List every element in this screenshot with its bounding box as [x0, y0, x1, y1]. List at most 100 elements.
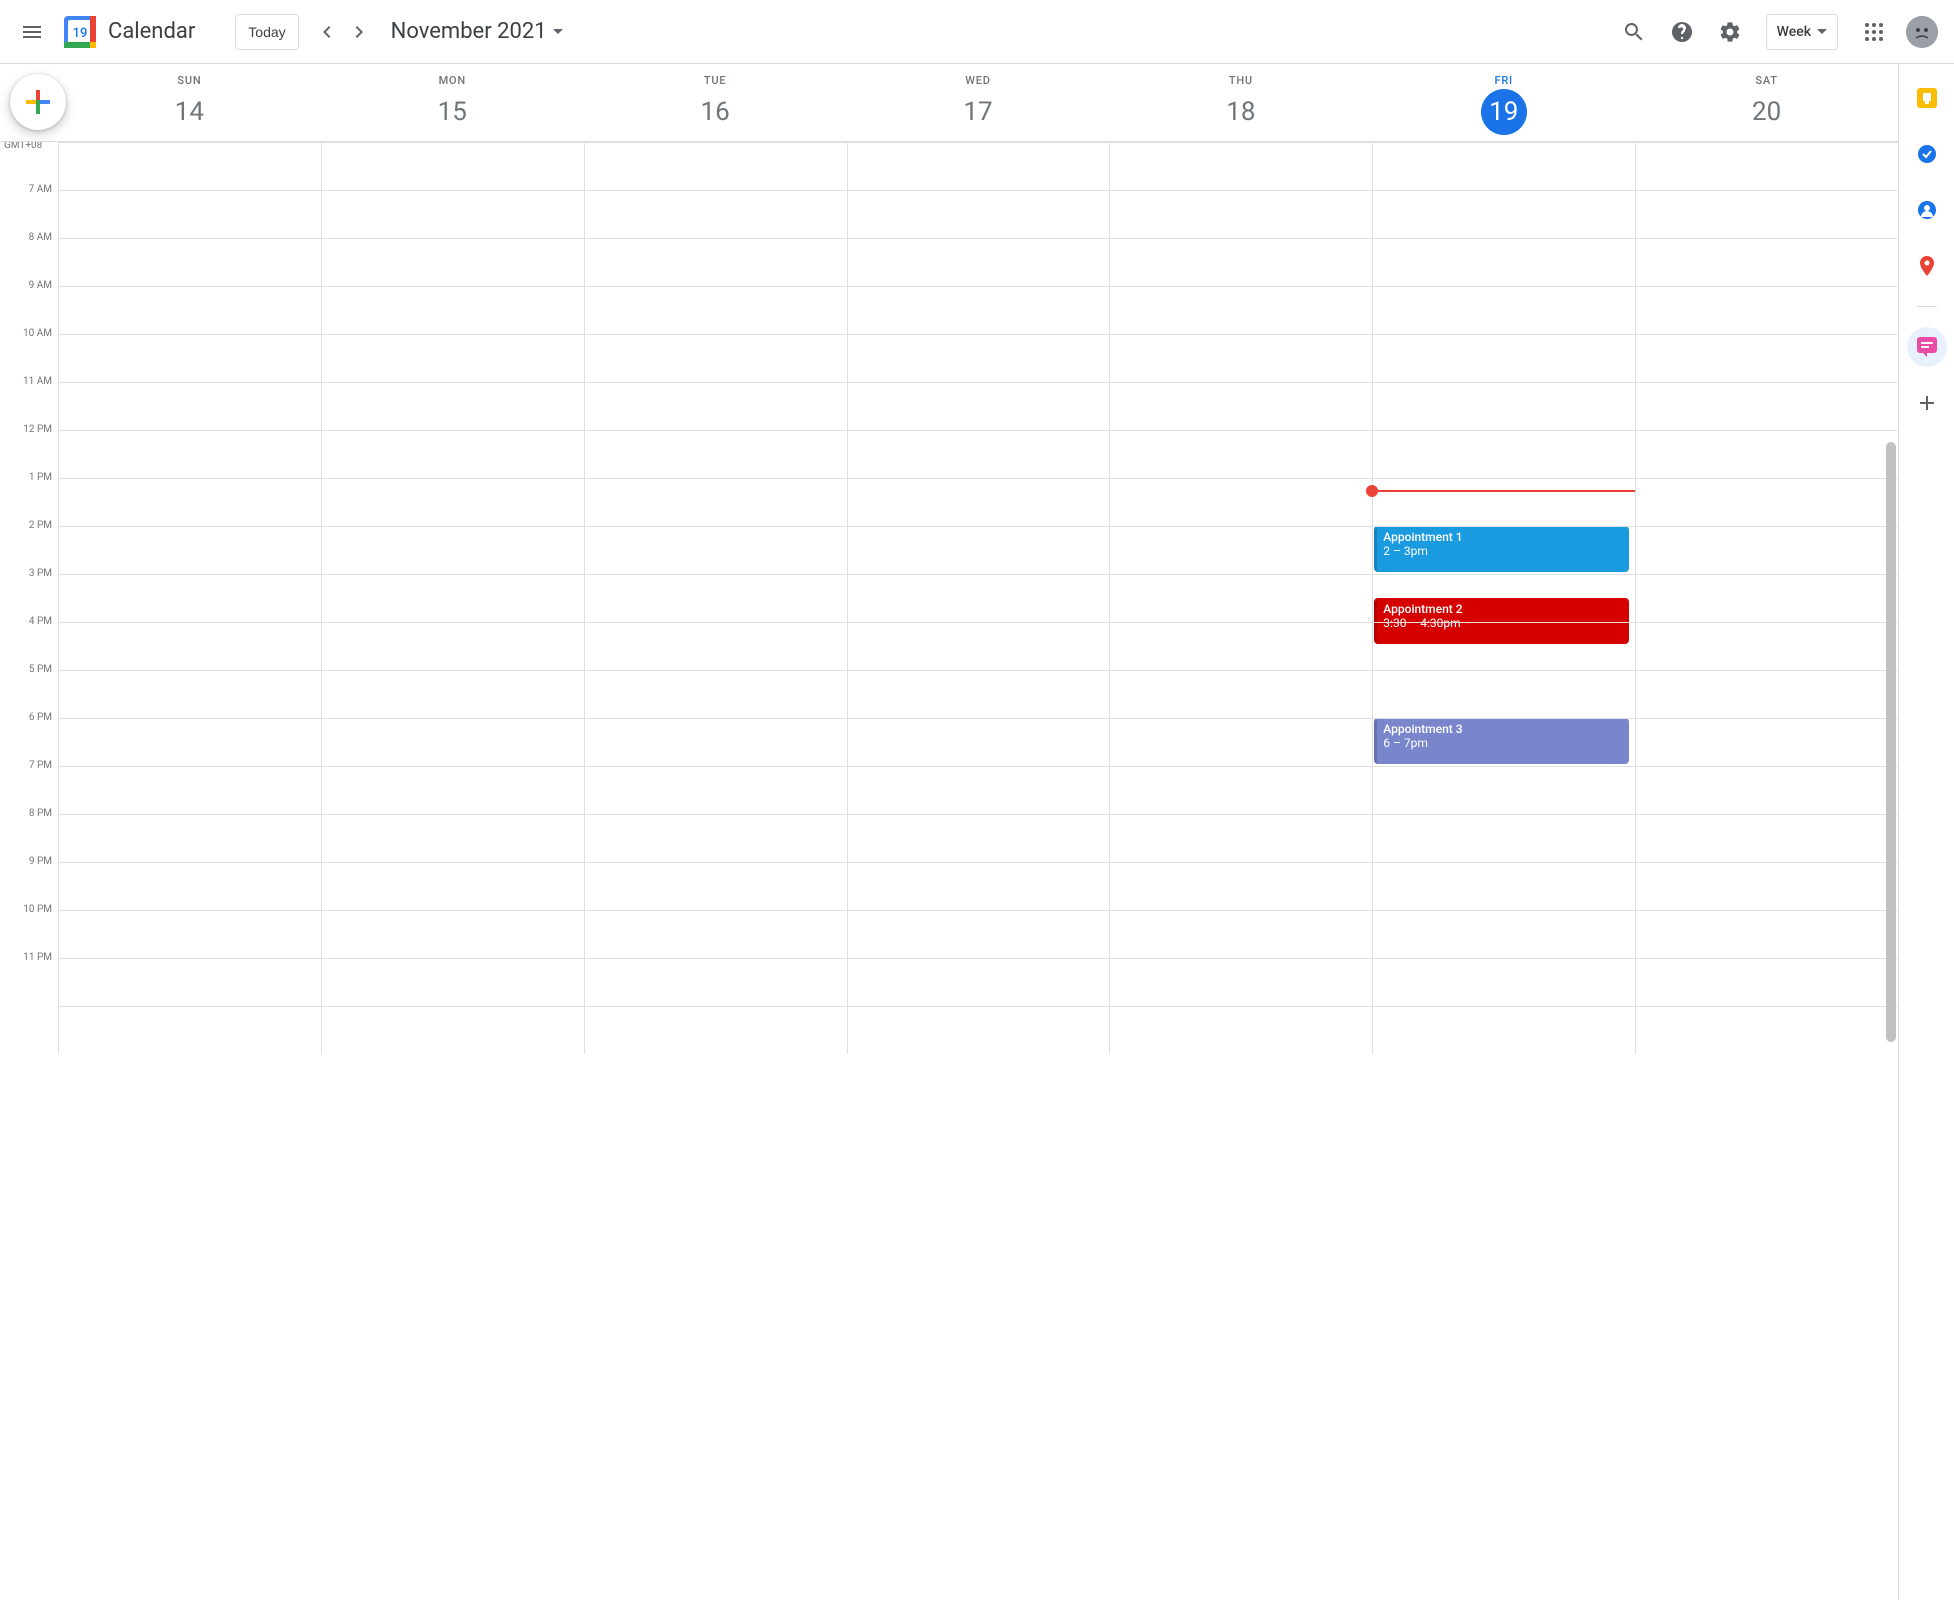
next-button[interactable] [343, 16, 375, 48]
day-header-tue[interactable]: TUE 16 [584, 74, 847, 135]
hour-label: 4 PM [0, 616, 52, 627]
apps-grid-icon [1862, 20, 1886, 44]
nav-arrows [311, 16, 375, 48]
add-addon-button[interactable] [1907, 383, 1947, 423]
search-icon [1622, 20, 1646, 44]
hour-row[interactable]: 7 AM [58, 190, 1898, 238]
settings-button[interactable] [1706, 8, 1754, 56]
app-title: Calendar [108, 19, 195, 44]
main-menu-button[interactable] [8, 8, 56, 56]
hour-label: 9 AM [0, 280, 52, 291]
hour-row[interactable]: 9 PM [58, 862, 1898, 910]
create-event-button[interactable] [10, 74, 66, 130]
hour-label: 7 PM [0, 760, 52, 771]
day-of-week-label: SUN [58, 74, 321, 87]
timezone-label: GMT+08 [4, 142, 42, 151]
today-button[interactable]: Today [235, 14, 298, 50]
svg-text:19: 19 [73, 26, 88, 41]
day-of-week-label: THU [1109, 74, 1372, 87]
chat-icon [1917, 337, 1937, 357]
day-of-week-label: WED [847, 74, 1110, 87]
hour-row[interactable]: 2 PM [58, 526, 1898, 574]
hour-row[interactable]: 3 PM [58, 574, 1898, 622]
hour-row[interactable]: 4 PM [58, 622, 1898, 670]
hour-label: 10 PM [0, 904, 52, 915]
day-of-week-label: MON [321, 74, 584, 87]
hour-row[interactable]: 10 AM [58, 334, 1898, 382]
hour-row[interactable]: 6 PM [58, 718, 1898, 766]
hour-row[interactable]: 1 PM [58, 478, 1898, 526]
day-number: 19 [1481, 89, 1527, 135]
calendar-logo-icon: 19 [60, 12, 100, 52]
dropdown-icon [553, 29, 563, 35]
day-header-thu[interactable]: THU 18 [1109, 74, 1372, 135]
hour-label: 6 PM [0, 712, 52, 723]
support-button[interactable] [1658, 8, 1706, 56]
plus-icon [1917, 393, 1937, 413]
hour-row[interactable]: 11 AM [58, 382, 1898, 430]
scrollbar-thumb[interactable] [1886, 442, 1896, 1042]
day-of-week-label: SAT [1635, 74, 1898, 87]
side-panel [1898, 64, 1954, 1600]
day-number: 17 [955, 89, 1001, 135]
maps-app-icon[interactable] [1907, 246, 1947, 286]
day-header-fri[interactable]: FRI19 [1372, 74, 1635, 135]
hour-row[interactable]: 11 PM [58, 958, 1898, 1006]
hour-row[interactable]: 5 PM [58, 670, 1898, 718]
day-of-week-label: TUE [584, 74, 847, 87]
keep-app-icon[interactable] [1907, 78, 1947, 118]
date-range-label: November 2021 [391, 19, 547, 44]
hour-label: 7 AM [0, 184, 52, 195]
hour-label: 11 PM [0, 952, 52, 963]
hour-label: 1 PM [0, 472, 52, 483]
hour-label: 5 PM [0, 664, 52, 675]
keep-icon [1917, 88, 1937, 108]
day-header-row: SUN 14 MON 15 TUE 16 WED 17 THU 18 FRI19SAT20 [0, 64, 1898, 142]
contacts-icon [1917, 200, 1937, 220]
prev-button[interactable] [311, 16, 343, 48]
day-number: 16 [692, 89, 738, 135]
hour-label: 8 PM [0, 808, 52, 819]
day-header-sat[interactable]: SAT20 [1635, 74, 1898, 135]
hour-label: 9 PM [0, 856, 52, 867]
hour-row[interactable]: 9 AM [58, 286, 1898, 334]
hour-row[interactable] [58, 142, 1898, 190]
chevron-left-icon [315, 20, 339, 44]
tasks-icon [1917, 144, 1937, 164]
hour-label: 10 AM [0, 328, 52, 339]
hamburger-icon [20, 20, 44, 44]
hour-row[interactable]: 8 PM [58, 814, 1898, 862]
help-icon [1670, 20, 1694, 44]
hour-row[interactable]: 12 PM [58, 430, 1898, 478]
google-apps-button[interactable] [1850, 8, 1898, 56]
maps-icon [1917, 256, 1937, 276]
plus-icon [20, 84, 56, 120]
tasks-app-icon[interactable] [1907, 134, 1947, 174]
hour-row[interactable]: 10 PM [58, 910, 1898, 958]
chat-app-icon[interactable] [1907, 327, 1947, 367]
gear-icon [1718, 20, 1742, 44]
contacts-app-icon[interactable] [1907, 190, 1947, 230]
view-select[interactable]: Week [1766, 14, 1838, 50]
day-number: 14 [166, 89, 212, 135]
hour-row[interactable]: 8 AM [58, 238, 1898, 286]
side-divider [1917, 306, 1937, 307]
day-number: 15 [429, 89, 475, 135]
hour-label: 3 PM [0, 568, 52, 579]
dropdown-icon [1817, 29, 1827, 35]
hour-label: 8 AM [0, 232, 52, 243]
time-grid-scroll[interactable]: GMT+08 Appointment 12 – 3pmAppointment 2… [0, 142, 1898, 1600]
search-button[interactable] [1610, 8, 1658, 56]
view-select-label: Week [1777, 24, 1811, 40]
day-header-wed[interactable]: WED 17 [847, 74, 1110, 135]
hour-label: 11 AM [0, 376, 52, 387]
day-header-mon[interactable]: MON 15 [321, 74, 584, 135]
day-header-sun[interactable]: SUN 14 [58, 74, 321, 135]
day-number: 18 [1218, 89, 1264, 135]
hour-row[interactable] [58, 1006, 1898, 1054]
hour-label: 2 PM [0, 520, 52, 531]
account-avatar[interactable] [1906, 16, 1938, 48]
date-range-picker[interactable]: November 2021 [391, 19, 563, 44]
hour-row[interactable]: 7 PM [58, 766, 1898, 814]
logo-block: 19 Calendar [60, 12, 195, 52]
